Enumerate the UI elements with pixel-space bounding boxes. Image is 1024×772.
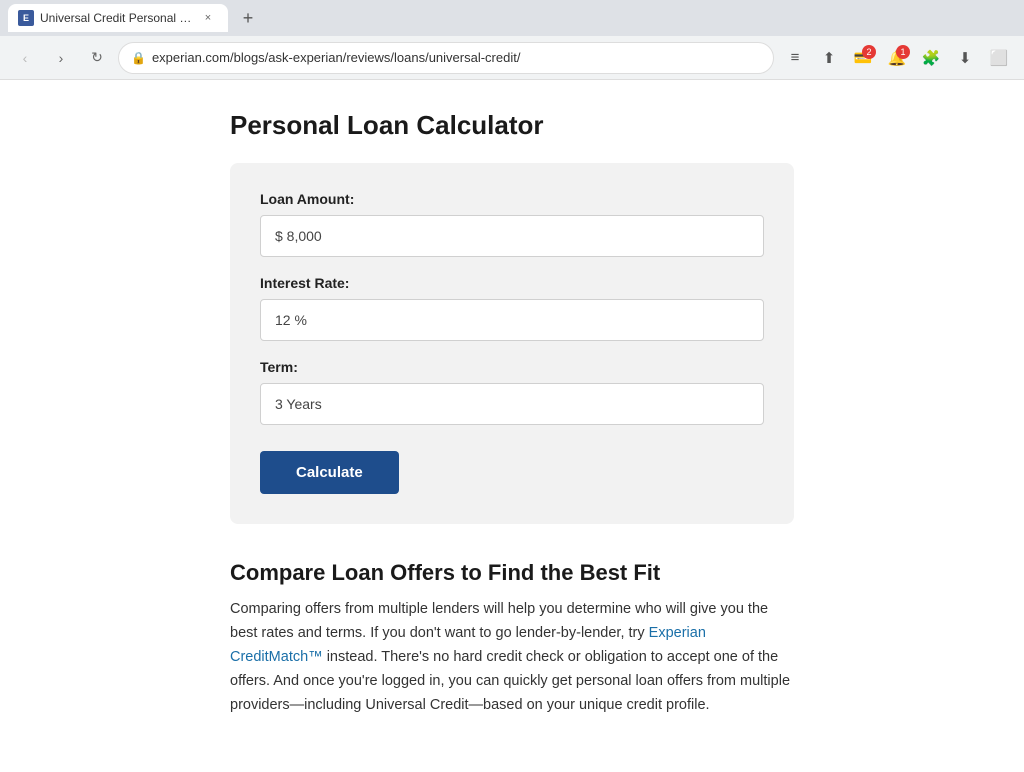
toolbar-download-button[interactable]: ⬇ bbox=[950, 43, 980, 73]
interest-rate-group: Interest Rate: 12 % bbox=[260, 275, 764, 341]
tab-favicon: E bbox=[18, 10, 34, 26]
lock-icon: 🔒 bbox=[131, 51, 146, 65]
toolbar-menu-button[interactable]: ≡ bbox=[780, 43, 810, 73]
alerts-badge: 1 bbox=[896, 45, 910, 59]
browser-title-bar: E Universal Credit Personal Loan Re × + bbox=[0, 0, 1024, 36]
loan-amount-input[interactable]: $ 8,000 bbox=[260, 215, 764, 257]
back-button[interactable]: ‹ bbox=[10, 43, 40, 73]
compare-section-body: Comparing offers from multiple lenders w… bbox=[230, 598, 794, 718]
calculate-button[interactable]: Calculate bbox=[260, 451, 399, 494]
term-label: Term: bbox=[260, 359, 764, 375]
toolbar-extensions-button[interactable]: 🧩 bbox=[916, 43, 946, 73]
loan-amount-group: Loan Amount: $ 8,000 bbox=[260, 191, 764, 257]
toolbar-window-button[interactable]: ⬜ bbox=[984, 43, 1014, 73]
reload-button[interactable]: ↻ bbox=[82, 43, 112, 73]
active-tab[interactable]: E Universal Credit Personal Loan Re × bbox=[8, 4, 228, 32]
interest-rate-input[interactable]: 12 % bbox=[260, 299, 764, 341]
loan-amount-label: Loan Amount: bbox=[260, 191, 764, 207]
new-tab-button[interactable]: + bbox=[234, 4, 262, 32]
tab-close-button[interactable]: × bbox=[200, 10, 216, 26]
browser-frame: E Universal Credit Personal Loan Re × + … bbox=[0, 0, 1024, 772]
browser-toolbar: ‹ › ↻ 🔒 experian.com/blogs/ask-experian/… bbox=[0, 36, 1024, 80]
tab-title: Universal Credit Personal Loan Re bbox=[40, 11, 194, 25]
toolbar-actions: ≡ ⬆ 💳 2 🔔 1 🧩 ⬇ ⬜ bbox=[780, 43, 1014, 73]
forward-button[interactable]: › bbox=[46, 43, 76, 73]
page-content: Personal Loan Calculator Loan Amount: $ … bbox=[0, 80, 1024, 772]
term-group: Term: 3 Years bbox=[260, 359, 764, 425]
loan-amount-value: $ 8,000 bbox=[275, 228, 322, 244]
wallet-badge: 2 bbox=[862, 45, 876, 59]
interest-rate-value: 12 % bbox=[275, 312, 307, 328]
compare-section-title: Compare Loan Offers to Find the Best Fit bbox=[230, 560, 794, 586]
address-bar[interactable]: 🔒 experian.com/blogs/ask-experian/review… bbox=[118, 42, 774, 74]
toolbar-wallet-button[interactable]: 💳 2 bbox=[848, 43, 878, 73]
page-title: Personal Loan Calculator bbox=[230, 110, 794, 141]
term-value: 3 Years bbox=[275, 396, 322, 412]
toolbar-alerts-button[interactable]: 🔔 1 bbox=[882, 43, 912, 73]
interest-rate-label: Interest Rate: bbox=[260, 275, 764, 291]
toolbar-share-button[interactable]: ⬆ bbox=[814, 43, 844, 73]
calculator-card: Loan Amount: $ 8,000 Interest Rate: 12 %… bbox=[230, 163, 794, 524]
address-text: experian.com/blogs/ask-experian/reviews/… bbox=[152, 50, 761, 65]
term-input[interactable]: 3 Years bbox=[260, 383, 764, 425]
